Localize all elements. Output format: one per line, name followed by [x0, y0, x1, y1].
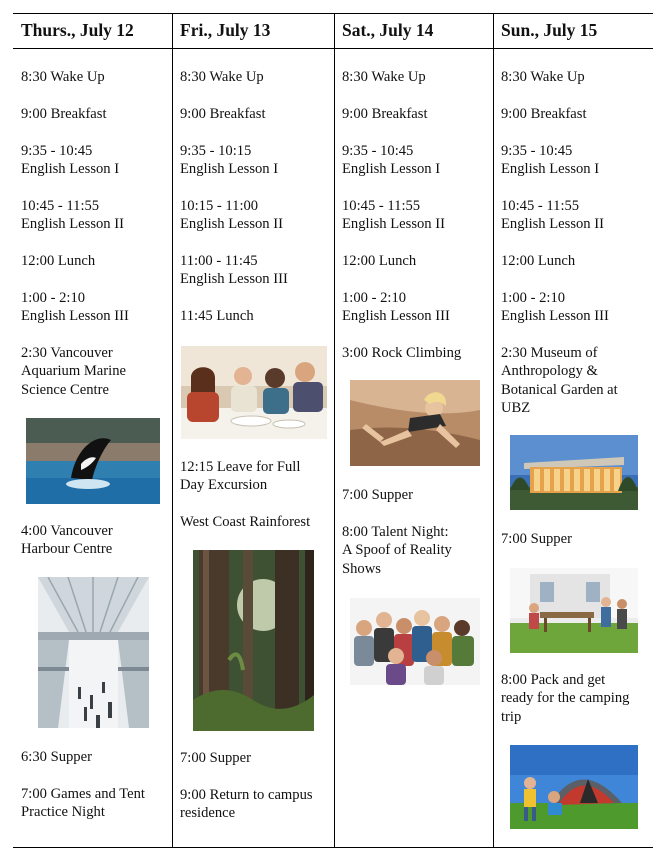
schedule-item: 12:15 Leave for Full Day Excursion [180, 459, 301, 494]
schedule-item: 8:30 Wake Up [21, 69, 105, 85]
column-divider [334, 13, 335, 848]
table-top-border [13, 13, 653, 14]
party-group-photo [350, 598, 480, 685]
rainforest-trees-photo [193, 550, 314, 731]
schedule-item: 2:30 Museum of Anthropology & Botanical Ga… [501, 345, 618, 417]
schedule-item: 2:30 Vancouver Aquarium Marine Science Cen… [21, 345, 126, 398]
schedule-item: 12:00 Lunch [21, 253, 96, 269]
schedule-item: 8:30 Wake Up [342, 69, 426, 85]
schedule-item: West Coast Rainforest [180, 514, 311, 530]
schedule-item: 9:00 Breakfast [501, 106, 587, 122]
day-heading: Sat., July 14 [342, 20, 434, 40]
day-heading: Fri., July 13 [180, 20, 271, 40]
friends-dining-photo [181, 346, 327, 439]
day-heading: Thurs., July 12 [21, 20, 134, 40]
column-divider [493, 13, 494, 848]
mall-atrium-photo [38, 577, 149, 728]
schedule-item: 9:00 Breakfast [342, 106, 428, 122]
camping-tent-photo [510, 745, 638, 829]
schedule-item: 8:00 Talent Night: A Spoof of Reality Show… [342, 524, 452, 577]
rock-climber-photo [350, 380, 480, 466]
schedule-item: 1:00 - 2:10 English Lesson III [21, 290, 129, 325]
schedule-item: 8:30 Wake Up [180, 69, 264, 85]
column-divider [172, 13, 173, 848]
orca-show-photo [26, 418, 160, 504]
schedule-item: 9:35 - 10:45 English Lesson I [342, 143, 441, 178]
schedule-item: 9:35 - 10:45 English Lesson I [21, 143, 120, 178]
schedule-item: 11:00 - 11:45 English Lesson III [180, 253, 288, 288]
day-heading: Sun., July 15 [501, 20, 598, 40]
garden-picnic-photo [510, 568, 638, 653]
schedule-item: 9:00 Breakfast [180, 106, 266, 122]
header-divider [13, 48, 653, 49]
schedule-item: 3:00 Rock Climbing [342, 345, 462, 361]
schedule-item: 12:00 Lunch [342, 253, 417, 269]
schedule-item: 4:00 Vancouver Harbour Centre [21, 523, 113, 558]
schedule-item: 11:45 Lunch [180, 308, 254, 324]
schedule-item: 9:35 - 10:45 English Lesson I [501, 143, 600, 178]
schedule-item: 7:00 Supper [501, 531, 572, 547]
museum-building-photo [510, 435, 638, 510]
schedule-item: 10:45 - 11:55 English Lesson II [501, 198, 604, 233]
schedule-item: 10:45 - 11:55 English Lesson II [21, 198, 124, 233]
schedule-item: 8:00 Pack and get ready for the camping tr… [501, 672, 630, 725]
schedule-item: 1:00 - 2:10 English Lesson III [501, 290, 609, 325]
schedule-item: 7:00 Supper [342, 487, 413, 503]
schedule-item: 10:45 - 11:55 English Lesson II [342, 198, 445, 233]
schedule-item: 6:30 Supper [21, 749, 92, 765]
schedule-table: Thurs., July 12 8:30 Wake Up 9:00 Breakf… [13, 13, 653, 848]
schedule-item: 9:35 - 10:15 English Lesson I [180, 143, 279, 178]
schedule-item: 10:15 - 11:00 English Lesson II [180, 198, 283, 233]
schedule-item: 7:00 Supper [180, 750, 251, 766]
schedule-item: 7:00 Games and Tent Practice Night [21, 786, 145, 821]
schedule-item: 12:00 Lunch [501, 253, 576, 269]
schedule-item: 1:00 - 2:10 English Lesson III [342, 290, 450, 325]
schedule-item: 8:30 Wake Up [501, 69, 585, 85]
schedule-item: 9:00 Return to campus residence [180, 787, 313, 822]
table-bottom-border [13, 847, 653, 848]
schedule-item: 9:00 Breakfast [21, 106, 107, 122]
